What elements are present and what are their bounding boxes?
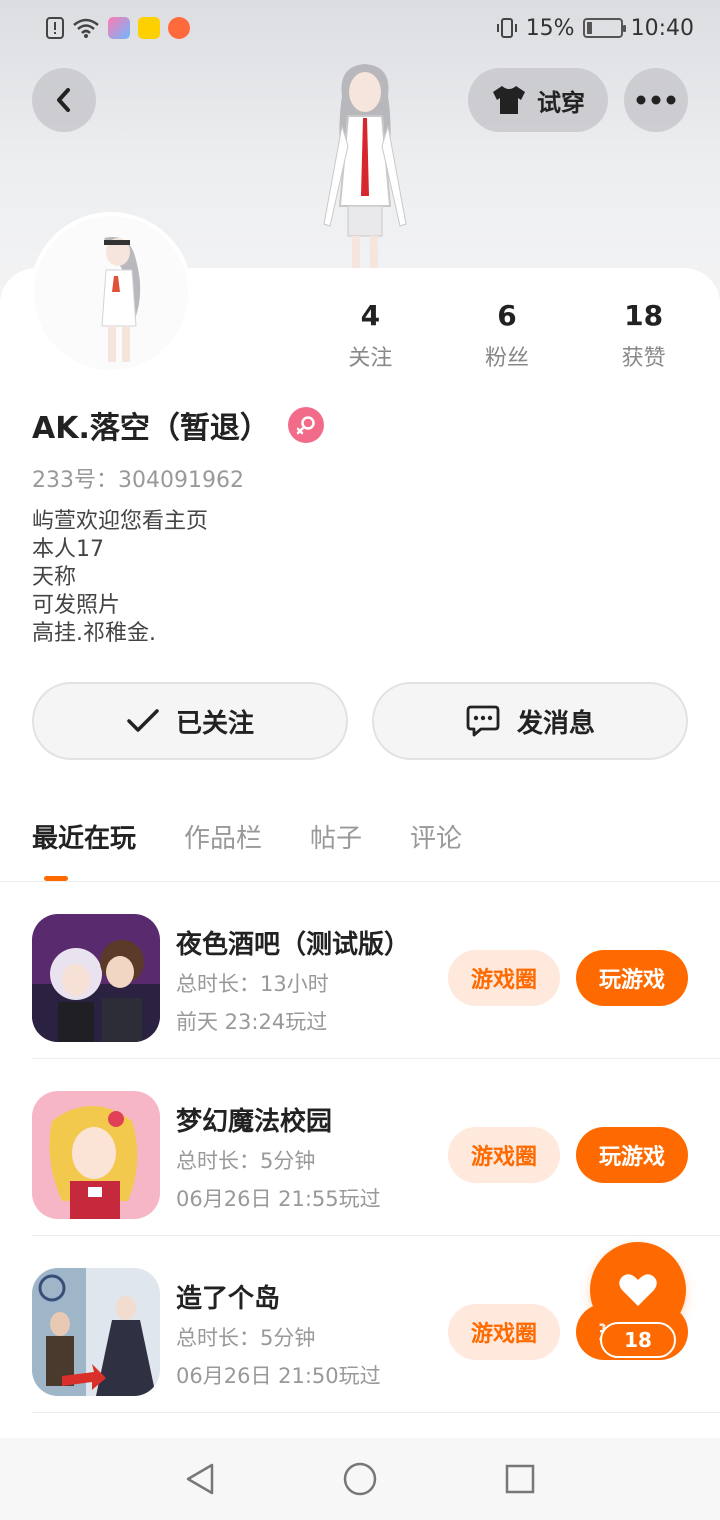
stat-following-count: 4 [360, 299, 381, 332]
battery-percent: 15% [525, 15, 575, 41]
square-recents-icon [505, 1464, 535, 1494]
triangle-back-icon [186, 1463, 214, 1495]
list-item[interactable]: 夜色酒吧（测试版） 总时长：13小时 前天 23:24玩过 游戏圈 玩游戏 [0, 882, 720, 1059]
heart-icon [619, 1274, 657, 1306]
stat-likes-label: 获赞 [621, 346, 666, 371]
divider [32, 1412, 720, 1413]
tshirt-icon [493, 86, 525, 114]
game-circle-button[interactable]: 游戏圈 [448, 1127, 560, 1183]
profile-stats: 4 关注 6 粉丝 18 获赞 [302, 296, 712, 372]
tab-posts[interactable]: 帖子 [310, 816, 362, 862]
list-item[interactable]: 梦幻魔法校园 总时长：5分钟 06月26日 21:55玩过 游戏圈 玩游戏 [0, 1059, 720, 1236]
more-dots-icon [636, 95, 676, 105]
back-button[interactable] [32, 68, 96, 132]
stat-following[interactable]: 4 关注 [305, 296, 435, 372]
vibrate-icon [496, 17, 518, 39]
game-icon[interactable] [32, 1268, 160, 1396]
game-circle-button[interactable]: 游戏圈 [448, 1304, 560, 1360]
game-title: 造了个岛 [176, 1284, 281, 1314]
clock: 10:40 [630, 15, 694, 41]
game-last-played: 06月26日 21:50玩过 [176, 1364, 381, 1388]
game-icon[interactable] [32, 914, 160, 1042]
name-row: AK.落空（暂退） [32, 403, 324, 447]
music-app-icon [168, 17, 190, 39]
stat-fans-label: 粉丝 [484, 346, 529, 371]
system-navigation-bar [0, 1438, 720, 1520]
avatar[interactable] [34, 216, 188, 370]
nav-back-button[interactable] [170, 1449, 230, 1509]
bio-line: 屿萱欢迎您看主页 [32, 509, 209, 534]
sim-alert-icon [46, 17, 64, 39]
stat-fans[interactable]: 6 粉丝 [442, 296, 572, 372]
checkmark-icon [127, 709, 159, 732]
app-notification-icon [108, 17, 130, 39]
stat-likes-count: 18 [624, 299, 664, 332]
more-button[interactable] [624, 68, 688, 132]
profile-tabs: 最近在玩 作品栏 帖子 评论 [32, 816, 462, 862]
wifi-icon [72, 17, 100, 39]
bio-line: 可发照片 [32, 593, 121, 618]
like-count-badge: 18 [600, 1322, 676, 1358]
game-last-played: 前天 23:24玩过 [176, 1010, 328, 1034]
profile-bio: 屿萱欢迎您看主页 本人17 天称 可发照片 高挂.祁稚金. [32, 508, 208, 648]
bio-line: 本人17 [32, 537, 104, 562]
game-title: 夜色酒吧（测试版） [176, 930, 411, 960]
chevron-left-icon [57, 88, 70, 112]
video-app-icon [138, 17, 160, 39]
game-last-played: 06月26日 21:55玩过 [176, 1187, 381, 1211]
profile-name: AK.落空（暂退） [32, 411, 270, 446]
avatar-figure [34, 216, 188, 370]
game-duration: 总时长：5分钟 [176, 1149, 316, 1173]
send-message-label: 发消息 [516, 708, 595, 739]
stat-likes[interactable]: 18 获赞 [579, 296, 709, 372]
send-message-button[interactable]: 发消息 [372, 682, 688, 760]
stat-following-label: 关注 [348, 346, 393, 371]
play-game-button[interactable]: 玩游戏 [576, 1127, 688, 1183]
game-circle-button[interactable]: 游戏圈 [448, 950, 560, 1006]
nav-home-button[interactable] [330, 1449, 390, 1509]
bio-line: 高挂.祁稚金. [32, 621, 156, 646]
tab-comments[interactable]: 评论 [410, 816, 462, 862]
avatar-3d-figure[interactable] [290, 56, 440, 271]
game-duration: 总时长：5分钟 [176, 1326, 316, 1350]
female-icon [287, 407, 324, 443]
try-on-label: 试穿 [537, 88, 585, 117]
nav-recents-button[interactable] [490, 1449, 550, 1509]
tab-works[interactable]: 作品栏 [184, 816, 262, 862]
status-bar: 15% 10:40 [0, 0, 720, 56]
stat-fans-count: 6 [497, 299, 517, 332]
game-duration: 总时长：13小时 [176, 972, 329, 996]
game-icon[interactable] [32, 1091, 160, 1219]
try-on-button[interactable]: 试穿 [468, 68, 608, 132]
play-game-button[interactable]: 玩游戏 [576, 950, 688, 1006]
tab-recently-played[interactable]: 最近在玩 [32, 816, 136, 862]
bio-line: 天称 [32, 565, 77, 590]
profile-uid: 233号：304091962 [32, 468, 244, 493]
circle-home-icon [343, 1462, 377, 1496]
chat-bubble-icon [466, 705, 500, 737]
battery-icon [582, 18, 626, 38]
followed-button[interactable]: 已关注 [32, 682, 348, 760]
followed-label: 已关注 [175, 708, 254, 739]
game-title: 梦幻魔法校园 [176, 1107, 333, 1137]
